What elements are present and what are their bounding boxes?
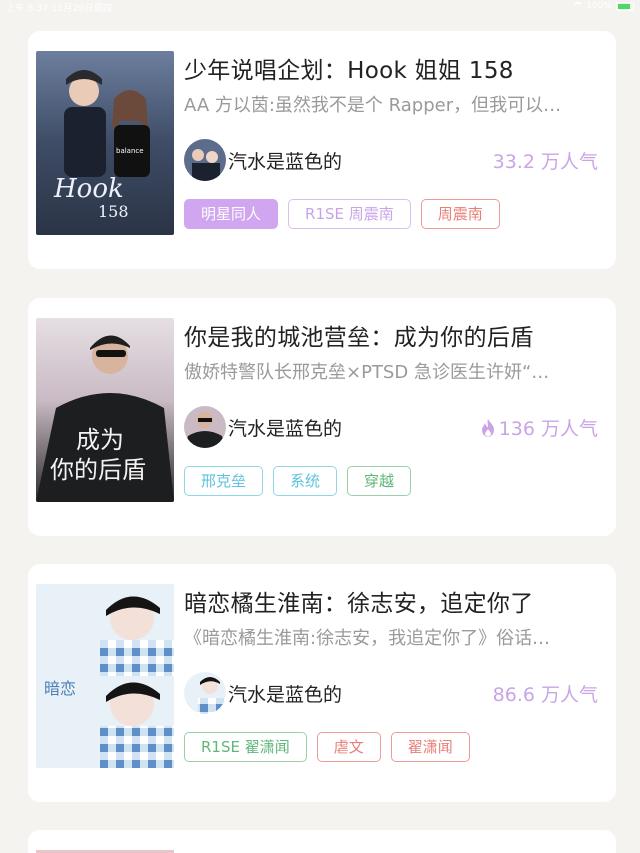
- author-avatar[interactable]: [184, 672, 226, 714]
- battery-percent: 100%: [586, 1, 612, 11]
- author-name[interactable]: 汽水是蓝色的: [228, 147, 342, 174]
- svg-text:158: 158: [98, 202, 129, 221]
- book-cover-image: 成为 你的后盾: [36, 318, 174, 502]
- book-cover[interactable]: balance Hook 158: [36, 51, 174, 235]
- svg-text:暗恋: 暗恋: [44, 679, 76, 698]
- tag-list: 明星同人 R1SE 周震南 周震南: [184, 199, 500, 229]
- tag[interactable]: 邢克垒: [184, 466, 264, 496]
- book-card[interactable]: 暗恋 暗恋橘生淮南：徐志安，追定你了 《暗恋橘生淮南:徐志安，我追定你了》俗话……: [28, 564, 616, 802]
- avatar-image: [184, 672, 226, 714]
- tag[interactable]: 系统: [273, 466, 338, 496]
- book-title[interactable]: 你是我的城池营垒：成为你的后盾: [184, 318, 604, 352]
- avatar-image: [184, 139, 226, 181]
- tag[interactable]: 虐文: [316, 732, 381, 762]
- popularity-count: 136 万人气: [479, 414, 598, 441]
- tag-list: 邢克垒 系统 穿越: [184, 466, 412, 496]
- popularity-text: 86.6 万人气: [492, 684, 598, 706]
- book-cover-image: balance Hook 158: [36, 51, 174, 235]
- book-card[interactable]: balance Hook 158 少年说唱企划：Hook 姐姐 158 AA 方…: [28, 31, 616, 269]
- popularity-text: 33.2 万人气: [492, 151, 598, 173]
- popularity-count: 33.2 万人气: [493, 147, 598, 174]
- wifi-icon: [573, 2, 583, 10]
- svg-text:成为: 成为: [76, 426, 124, 454]
- battery-icon: [616, 1, 634, 11]
- tag[interactable]: 穿越: [347, 466, 412, 496]
- status-time-date: 上午 8:37 11月29日周四: [6, 4, 113, 14]
- status-bar: 上午 8:37 11月29日周四 100%: [0, 0, 640, 14]
- author-avatar[interactable]: [184, 406, 226, 448]
- author-name[interactable]: 汽水是蓝色的: [228, 414, 342, 441]
- author-name[interactable]: 汽水是蓝色的: [228, 680, 342, 707]
- author-avatar[interactable]: [184, 139, 226, 181]
- tag[interactable]: 周震南: [420, 199, 500, 229]
- avatar-image: [184, 406, 226, 448]
- book-card[interactable]: [28, 830, 616, 853]
- tag[interactable]: R1SE 周震南: [288, 199, 411, 229]
- tag[interactable]: 翟潇闻: [390, 732, 470, 762]
- book-description: 《暗恋橘生淮南:徐志安，我追定你了》俗话…: [184, 628, 551, 649]
- book-cover-image: 暗恋: [36, 584, 174, 768]
- tag-list: R1SE 翟潇闻 虐文 翟潇闻: [184, 732, 470, 762]
- flame-icon: [481, 418, 494, 437]
- svg-text:balance: balance: [116, 147, 144, 155]
- popularity-text: 136 万人气: [498, 418, 598, 440]
- book-cover[interactable]: 成为 你的后盾: [36, 318, 174, 502]
- book-title[interactable]: 少年说唱企划：Hook 姐姐 158: [184, 51, 604, 85]
- svg-text:你的后盾: 你的后盾: [50, 456, 146, 484]
- tag[interactable]: R1SE 翟潇闻: [184, 732, 307, 762]
- status-indicators: 100%: [573, 1, 634, 11]
- svg-text:Hook: Hook: [53, 174, 124, 204]
- popularity-count: 86.6 万人气: [493, 680, 598, 707]
- book-description: AA 方以茵:虽然我不是个 Rapper，但我可以…: [184, 95, 562, 116]
- book-cover[interactable]: 暗恋: [36, 584, 174, 768]
- tag[interactable]: 明星同人: [184, 199, 279, 229]
- book-title[interactable]: 暗恋橘生淮南：徐志安，追定你了: [184, 584, 604, 618]
- book-card[interactable]: 成为 你的后盾 你是我的城池营垒：成为你的后盾 傲娇特警队长邢克垒×PTSD 急…: [28, 298, 616, 536]
- book-description: 傲娇特警队长邢克垒×PTSD 急诊医生许妍“…: [184, 362, 550, 383]
